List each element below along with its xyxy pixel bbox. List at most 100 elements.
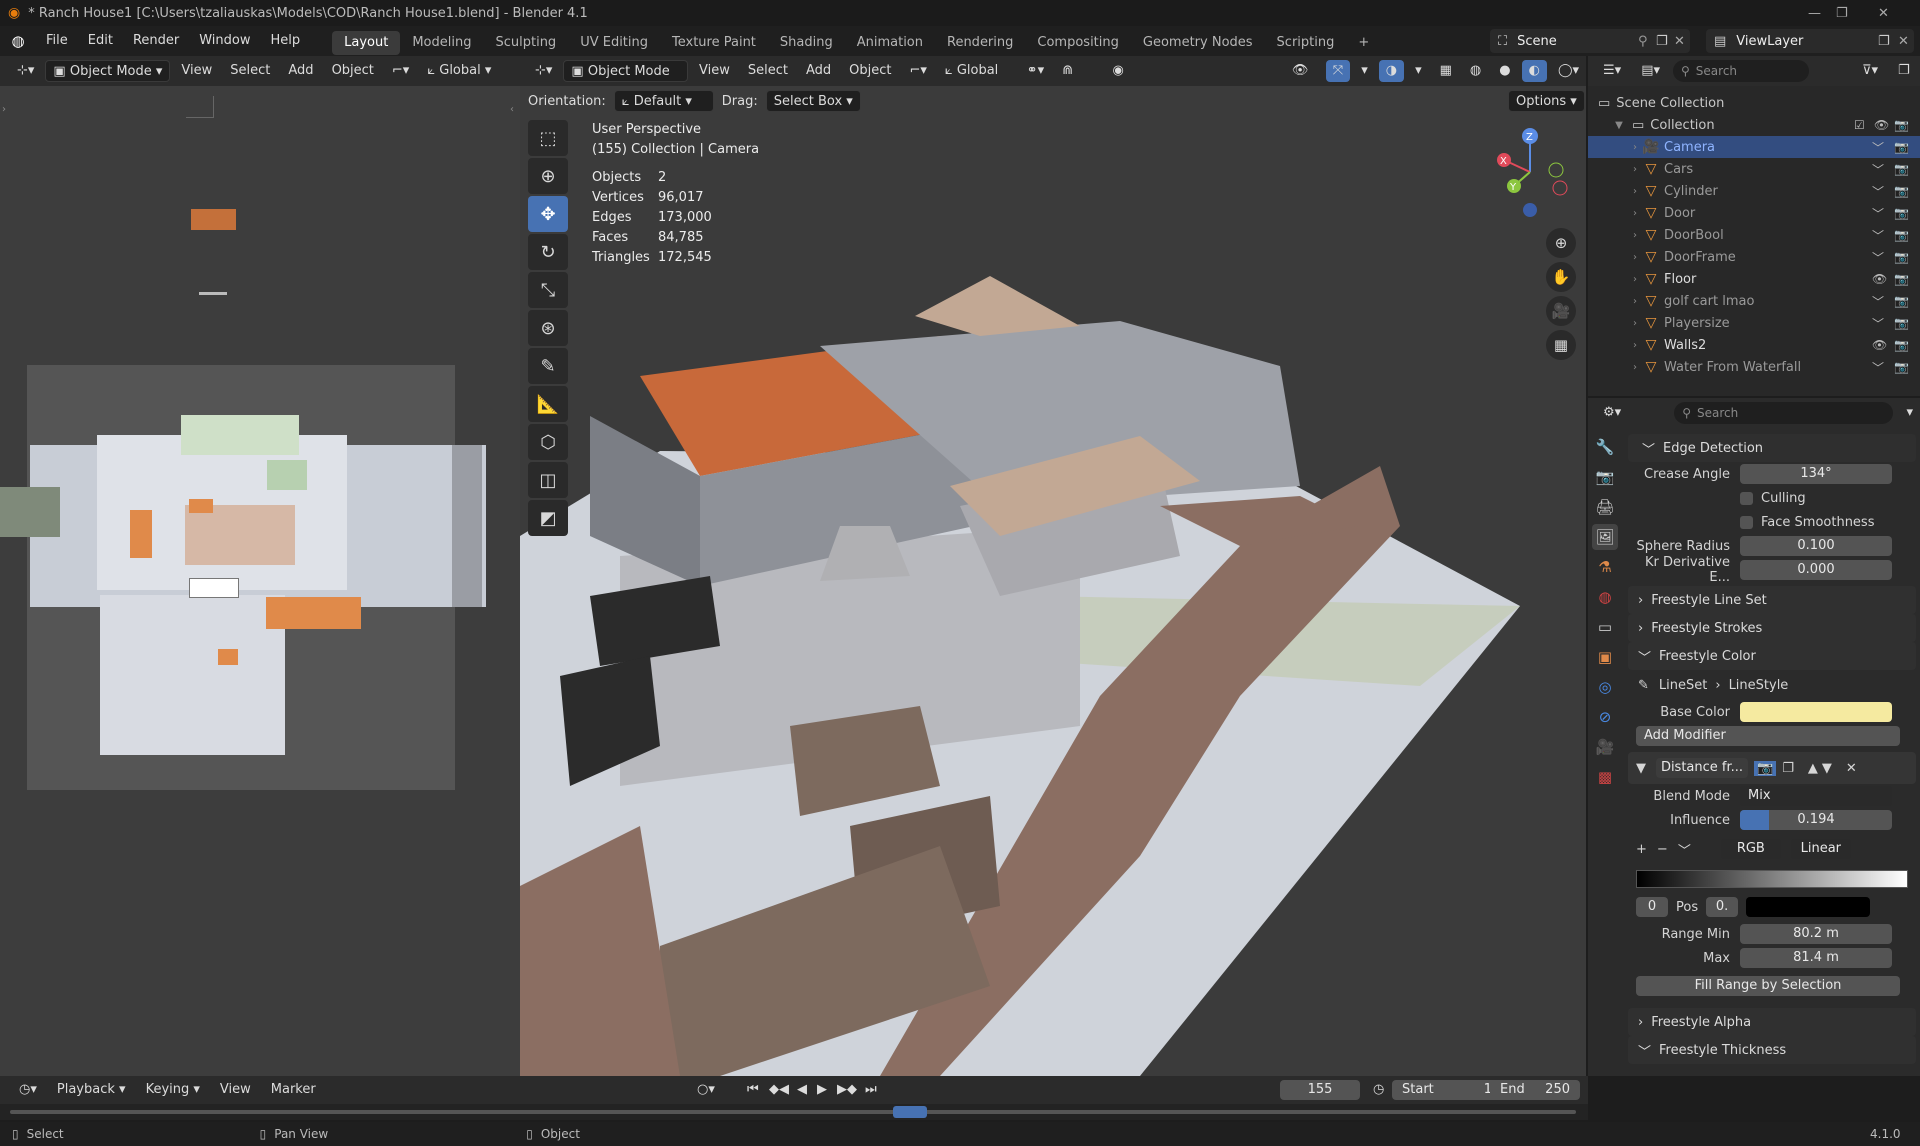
tab-geometry-nodes[interactable]: Geometry Nodes	[1131, 31, 1265, 55]
playhead[interactable]	[893, 1106, 927, 1118]
expand-arrow-icon[interactable]: ›	[1628, 230, 1642, 241]
render-tab-icon[interactable]: 📷	[1592, 464, 1618, 490]
stop-index-field[interactable]: 0	[1636, 897, 1668, 917]
edge-detection-header[interactable]: ﹀ Edge Detection	[1628, 434, 1916, 462]
eye-icon[interactable]: 👁	[1872, 338, 1887, 352]
menu-edit[interactable]: Edit	[78, 26, 123, 56]
collapse-left-icon[interactable]: ‹	[510, 104, 514, 115]
pivot-icon[interactable]: ⚭▾	[1020, 60, 1051, 82]
menu-file[interactable]: File	[36, 26, 78, 56]
eye-icon[interactable]: 👁	[1874, 118, 1889, 132]
properties-dropdown-icon[interactable]: ▾	[1899, 402, 1920, 424]
pan-hand-icon[interactable]: ✋	[1546, 262, 1576, 292]
expand-arrow-icon[interactable]: ›	[1628, 164, 1642, 175]
tab-sculpting[interactable]: Sculpting	[483, 31, 568, 55]
tab-rendering[interactable]: Rendering	[935, 31, 1025, 55]
start-frame-field[interactable]: Start 1	[1392, 1080, 1502, 1100]
stop-color-swatch[interactable]	[1746, 897, 1871, 917]
move-up-icon[interactable]: ▲	[1808, 761, 1818, 776]
expand-arrow-icon[interactable]: ›	[1628, 274, 1642, 285]
camera-render-icon[interactable]: 📷	[1894, 118, 1909, 132]
new-collection-icon[interactable]: ❐	[1891, 60, 1917, 82]
tab-modeling[interactable]: Modeling	[400, 31, 483, 55]
camera-render-icon[interactable]: 📷	[1894, 338, 1909, 352]
tab-shading[interactable]: Shading	[768, 31, 845, 55]
crease-angle-field[interactable]: 134°	[1740, 464, 1892, 484]
shading-material-icon[interactable]: ◐	[1521, 60, 1547, 82]
collection-row[interactable]: ▼ ▭ Collection ☑ 👁 📷	[1588, 114, 1920, 136]
remove-stop-icon[interactable]: −	[1657, 842, 1668, 857]
gizmo-dropdown-icon[interactable]: ▾	[1354, 60, 1375, 82]
camera-render-icon[interactable]: 📷	[1894, 228, 1909, 242]
camera-render-icon[interactable]: 📷	[1894, 162, 1909, 176]
gizmo-toggle-icon[interactable]: ⤧	[1325, 60, 1351, 82]
range-max-field[interactable]: 81.4 m	[1740, 948, 1892, 968]
base-color-swatch[interactable]	[1740, 702, 1892, 722]
viewport-menu-object[interactable]: Object	[842, 60, 898, 82]
outliner-item-golf-cart[interactable]: › ▽ golf cart lmao ﹀ 📷	[1588, 290, 1920, 312]
gizmo-neg-z-icon[interactable]	[1523, 203, 1537, 217]
delete-scene-icon[interactable]: ✕	[1674, 34, 1685, 49]
expand-arrow-icon[interactable]: ›	[1628, 252, 1642, 263]
preview-range-icon[interactable]: ◷	[1366, 1079, 1391, 1101]
world-tab-icon[interactable]: ◍	[1592, 584, 1618, 610]
expand-arrow-icon[interactable]: ›	[1628, 362, 1642, 373]
transform-tool-icon[interactable]: ⊛	[528, 310, 568, 346]
orientation-dropdown[interactable]: ⟀ Default ▾	[613, 90, 714, 112]
collection-tab-icon[interactable]: ▭	[1592, 614, 1618, 640]
physics-tab-icon[interactable]: ◎	[1592, 674, 1618, 700]
hide-icon[interactable]: ﹀	[1872, 293, 1884, 310]
pos-field[interactable]: 0.	[1706, 897, 1739, 917]
data-tab-icon[interactable]: 🎥	[1592, 734, 1618, 760]
camera-render-icon[interactable]: 📷	[1894, 316, 1909, 330]
blend-mode-dropdown[interactable]: Mix	[1740, 786, 1892, 806]
end-frame-field[interactable]: End 250	[1490, 1080, 1580, 1100]
hide-icon[interactable]: ﹀	[1872, 227, 1884, 244]
hide-icon[interactable]: ﹀	[1872, 205, 1884, 222]
expand-arrow-icon[interactable]: ›	[1628, 208, 1642, 219]
new-viewlayer-icon[interactable]: ❐	[1878, 34, 1890, 49]
expand-arrow-icon[interactable]: ›	[1628, 318, 1642, 329]
shear-tool-icon[interactable]: ◩	[528, 500, 568, 536]
move-down-icon[interactable]: ▼	[1822, 761, 1832, 776]
hide-icon[interactable]: ﹀	[1872, 315, 1884, 332]
outliner-item-door[interactable]: › ▽ Door ﹀ 📷	[1588, 202, 1920, 224]
overlay-dropdown-icon[interactable]: ▾	[1408, 60, 1429, 82]
camera-view-icon[interactable]: 🎥	[1546, 296, 1576, 326]
menu-render[interactable]: Render	[123, 26, 189, 56]
sphere-radius-field[interactable]: 0.100	[1740, 536, 1892, 556]
ortho-grid-icon[interactable]: ▦	[1546, 330, 1576, 360]
maximize-icon[interactable]: ❐	[1836, 6, 1848, 21]
freestyle-alpha-panel[interactable]: › Freestyle Alpha	[1628, 1008, 1916, 1036]
blender-menu-icon[interactable]: ◍	[0, 32, 36, 50]
viewport-transform-dropdown[interactable]: ⟀ Global ▾	[938, 60, 1016, 100]
cursor-tool-icon[interactable]: ⊕	[528, 158, 568, 194]
viewport-menu-add[interactable]: Add	[799, 60, 838, 82]
hide-icon[interactable]: ﹀	[1872, 161, 1884, 178]
expand-arrow-icon[interactable]: ›	[1628, 186, 1642, 197]
constraints-tab-icon[interactable]: ⊘	[1592, 704, 1618, 730]
jump-end-icon[interactable]: ⏭	[858, 1079, 884, 1101]
hide-icon[interactable]: ﹀	[1872, 139, 1884, 156]
hide-icon[interactable]: ﹀	[1872, 183, 1884, 200]
timeline-editor-icon[interactable]: ◷▾	[12, 1079, 44, 1101]
add-modifier-dropdown[interactable]: Add Modifier	[1636, 726, 1900, 746]
menu-playback[interactable]: Playback ▾	[50, 1079, 133, 1101]
overlay-toggle-icon[interactable]: ◑	[1378, 60, 1405, 82]
outliner-item-cylinder[interactable]: › ▽ Cylinder ﹀ 📷	[1588, 180, 1920, 202]
outliner-item-cars[interactable]: › ▽ Cars ﹀ 📷	[1588, 158, 1920, 180]
scene-tab-icon[interactable]: ⚗	[1592, 554, 1618, 580]
options-dropdown[interactable]: Options ▾	[1508, 90, 1585, 112]
transform-icon[interactable]: ⌐▾	[385, 60, 416, 82]
render-toggle-icon[interactable]: 📷	[1754, 760, 1777, 776]
menu-window[interactable]: Window	[189, 26, 260, 56]
interpolation-dropdown[interactable]: Linear	[1790, 839, 1851, 859]
copy-icon[interactable]: ❐	[1782, 761, 1794, 776]
current-frame-field[interactable]: 155	[1280, 1080, 1360, 1100]
camera-render-icon[interactable]: 📷	[1894, 140, 1909, 154]
ramp-menu-icon[interactable]: ﹀	[1678, 840, 1691, 859]
camera-render-icon[interactable]: 📷	[1894, 360, 1909, 374]
rotate-tool-icon[interactable]: ↻	[528, 234, 568, 270]
hide-icon[interactable]: ﹀	[1872, 359, 1884, 376]
xray-icon[interactable]: ▦	[1433, 60, 1459, 82]
